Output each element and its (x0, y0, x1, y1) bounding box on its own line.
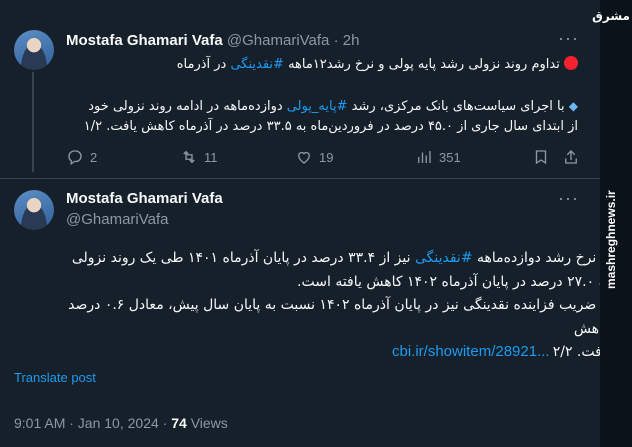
reply-icon (68, 150, 82, 166)
hashtag-link[interactable]: #نقدینگی (415, 250, 473, 266)
bookmark-icon (535, 150, 547, 165)
share-icon (565, 150, 577, 164)
avatar[interactable] (14, 30, 54, 70)
tweet-time[interactable]: 2h (343, 32, 360, 49)
avatar[interactable] (14, 190, 54, 230)
translate-post-link[interactable]: Translate post (14, 370, 96, 385)
author-name[interactable]: Mostafa Ghamari Vafa (66, 32, 223, 49)
views-count: 74 (171, 415, 187, 431)
reply-button[interactable]: 2 (66, 148, 97, 166)
red-circle-icon (564, 56, 578, 70)
site-logo: مشرق (592, 9, 630, 23)
tweet-paragraph: ◆ با اجرای سیاست‌های بانک مرکزی، رشد #پا… (83, 99, 578, 134)
hashtag-link[interactable]: #پایه_پولی (287, 99, 348, 114)
hashtag-link[interactable]: #نقدینگی (230, 57, 283, 72)
views-button[interactable]: 351 (415, 148, 461, 166)
tweet-text-line: تداوم روند نزولی رشد پایه پولی و نرخ رشد… (58, 55, 578, 75)
timestamp[interactable]: 9:01 AM · Jan 10, 2024 · (14, 415, 167, 431)
author-handle[interactable]: @GhamariVafa (66, 211, 169, 228)
bookmark-button[interactable] (532, 148, 550, 166)
author-handle[interactable]: @GhamariVafa (227, 32, 330, 49)
analytics-icon (418, 151, 431, 163)
share-button[interactable] (562, 148, 580, 166)
heart-icon (298, 151, 310, 164)
separator: · (333, 32, 339, 49)
retweet-icon (183, 150, 195, 164)
thread-line (32, 72, 34, 172)
tweet-parent[interactable]: Mostafa Ghamari Vafa @GhamariVafa · 2h ·… (0, 0, 600, 178)
more-icon[interactable]: ··· (558, 188, 579, 209)
more-icon[interactable]: ··· (558, 28, 579, 49)
blue-diamond-icon: ◆ (568, 99, 578, 113)
views-label: Views (190, 415, 228, 431)
author-name[interactable]: Mostafa Ghamari Vafa (66, 190, 223, 207)
site-url-watermark: mashreghnews.ir (604, 190, 618, 290)
retweet-button[interactable]: 11 (180, 148, 218, 166)
author-name-line: Mostafa Ghamari Vafa (66, 190, 223, 207)
tweet-meta: 9:01 AM · Jan 10, 2024 · 74 Views (14, 415, 228, 431)
divider (0, 178, 600, 179)
like-button[interactable]: 19 (295, 148, 333, 166)
external-link[interactable]: cbi.ir/showitem/28921... (392, 343, 550, 360)
tweet-header: Mostafa Ghamari Vafa @GhamariVafa · 2h (66, 32, 359, 49)
